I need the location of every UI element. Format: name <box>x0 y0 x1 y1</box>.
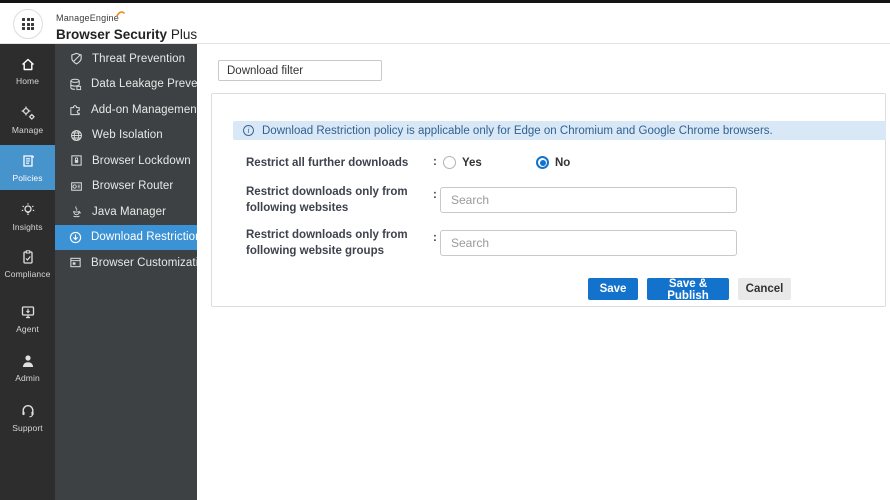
policy-item-browser-router[interactable]: Browser Router <box>55 174 197 200</box>
brand-block: ManageEngine Browser Security Plus <box>56 8 197 42</box>
sidebar-item-label: Admin <box>15 373 40 383</box>
brand-text: ManageEngine <box>56 13 119 23</box>
download-circle-icon <box>69 231 82 243</box>
headset-icon <box>21 405 34 418</box>
sidebar-item-home[interactable]: Home <box>0 57 55 86</box>
policy-item-label: Web Isolation <box>92 129 163 142</box>
sidebar-item-label: Compliance <box>4 269 51 279</box>
shield-icon <box>70 53 82 65</box>
policy-item-label: Java Manager <box>92 205 167 218</box>
sidebar-item-label: Support <box>12 423 43 433</box>
router-icon <box>70 182 82 191</box>
product-name: Browser Security <box>56 27 168 42</box>
policy-document-icon <box>22 154 34 167</box>
browser-window-icon <box>70 258 81 268</box>
sidebar-item-label: Home <box>15 76 40 86</box>
policy-item-threat-prevention[interactable]: Threat Prevention <box>55 46 197 72</box>
save-button[interactable]: Save <box>588 278 638 300</box>
sidebar-item-label: Insights <box>12 222 43 232</box>
java-cup-icon <box>72 206 81 218</box>
policy-item-browser-lockdown[interactable]: Browser Lockdown <box>55 148 197 174</box>
policy-item-label: Add-on Management <box>91 103 201 116</box>
policy-item-add-on-management[interactable]: Add-on Management <box>55 97 201 123</box>
restrict-all-downloads-label: Restrict all further downloads <box>246 157 409 169</box>
app-header: ManageEngine Browser Security Plus <box>0 3 890 44</box>
grid-icon <box>22 18 34 30</box>
policy-item-data-leakage-prevention[interactable]: Data Leakage Prevention <box>55 72 223 98</box>
lock-box-icon <box>70 155 82 166</box>
restrict-website-groups-label: Restrict downloads only from following w… <box>246 229 408 257</box>
radio-yes[interactable] <box>443 156 456 169</box>
person-icon <box>22 355 33 367</box>
download-restriction-panel: i Download Restriction policy is applica… <box>211 93 886 307</box>
policy-item-label: Browser Router <box>92 180 174 193</box>
separator-colon: : <box>433 232 437 244</box>
main-sidebar: Home Manage Policies Insights Compliance… <box>0 44 55 500</box>
browser-security-plus-app: ManageEngine Browser Security Plus Home <box>0 0 890 500</box>
product-title: Browser Security Plus <box>56 27 197 42</box>
sidebar-item-admin[interactable]: Admin <box>0 353 55 383</box>
clipboard-icon <box>22 250 33 264</box>
cancel-button[interactable]: Cancel <box>738 278 791 300</box>
radio-no[interactable] <box>536 156 549 169</box>
main-content: i Download Restriction policy is applica… <box>197 44 890 500</box>
product-suffix: Plus <box>170 27 198 42</box>
policies-submenu: Threat Prevention Data Leakage Preventio… <box>55 44 223 500</box>
policy-item-web-isolation[interactable]: Web Isolation <box>55 123 197 149</box>
info-icon: i <box>243 125 254 136</box>
lightbulb-icon <box>21 203 34 215</box>
websites-search-input[interactable] <box>440 187 737 213</box>
sidebar-item-support[interactable]: Support <box>0 403 55 433</box>
policy-item-browser-customization[interactable]: Browser Customization <box>55 250 211 276</box>
policy-item-label: Browser Customization <box>91 256 212 269</box>
separator-colon: : <box>433 189 437 201</box>
info-banner: i Download Restriction policy is applica… <box>233 121 886 140</box>
info-banner-text: Download Restriction policy is applicabl… <box>262 124 773 137</box>
sidebar-item-label: Policies <box>12 172 43 183</box>
radio-no-label[interactable]: No <box>555 157 570 169</box>
policy-item-label: Browser Lockdown <box>92 154 191 167</box>
sidebar-item-compliance[interactable]: Compliance <box>0 249 55 279</box>
radio-yes-label[interactable]: Yes <box>462 157 482 169</box>
restrict-websites-label: Restrict downloads only from following w… <box>246 186 408 214</box>
policy-item-download-restriction[interactable]: Download Restriction <box>55 224 202 250</box>
home-icon <box>21 58 34 71</box>
policy-item-java-manager[interactable]: Java Manager <box>55 199 197 225</box>
save-and-publish-button[interactable]: Save & Publish <box>647 278 729 302</box>
manageengine-logo: ManageEngine <box>56 11 125 23</box>
website-groups-search-input[interactable] <box>440 230 737 256</box>
sidebar-item-label: Agent <box>16 324 39 334</box>
database-icon <box>70 78 82 90</box>
separator-colon: : <box>433 156 437 168</box>
sidebar-item-policies[interactable]: Policies <box>0 145 55 190</box>
sidebar-item-label: Manage <box>11 125 44 135</box>
gears-icon <box>21 106 35 120</box>
sidebar-item-agent[interactable]: Agent <box>0 304 55 334</box>
globe-icon <box>70 129 82 141</box>
app-launcher-button[interactable] <box>13 9 43 39</box>
policy-item-label: Threat Prevention <box>92 52 186 65</box>
policy-name-input[interactable] <box>218 60 382 81</box>
logo-swoosh-icon <box>116 11 125 17</box>
sidebar-item-manage[interactable]: Manage <box>0 105 55 135</box>
agent-monitor-icon <box>21 306 34 319</box>
puzzle-icon <box>70 105 80 116</box>
policy-item-label: Download Restriction <box>91 231 202 244</box>
sidebar-item-insights[interactable]: Insights <box>0 202 55 232</box>
